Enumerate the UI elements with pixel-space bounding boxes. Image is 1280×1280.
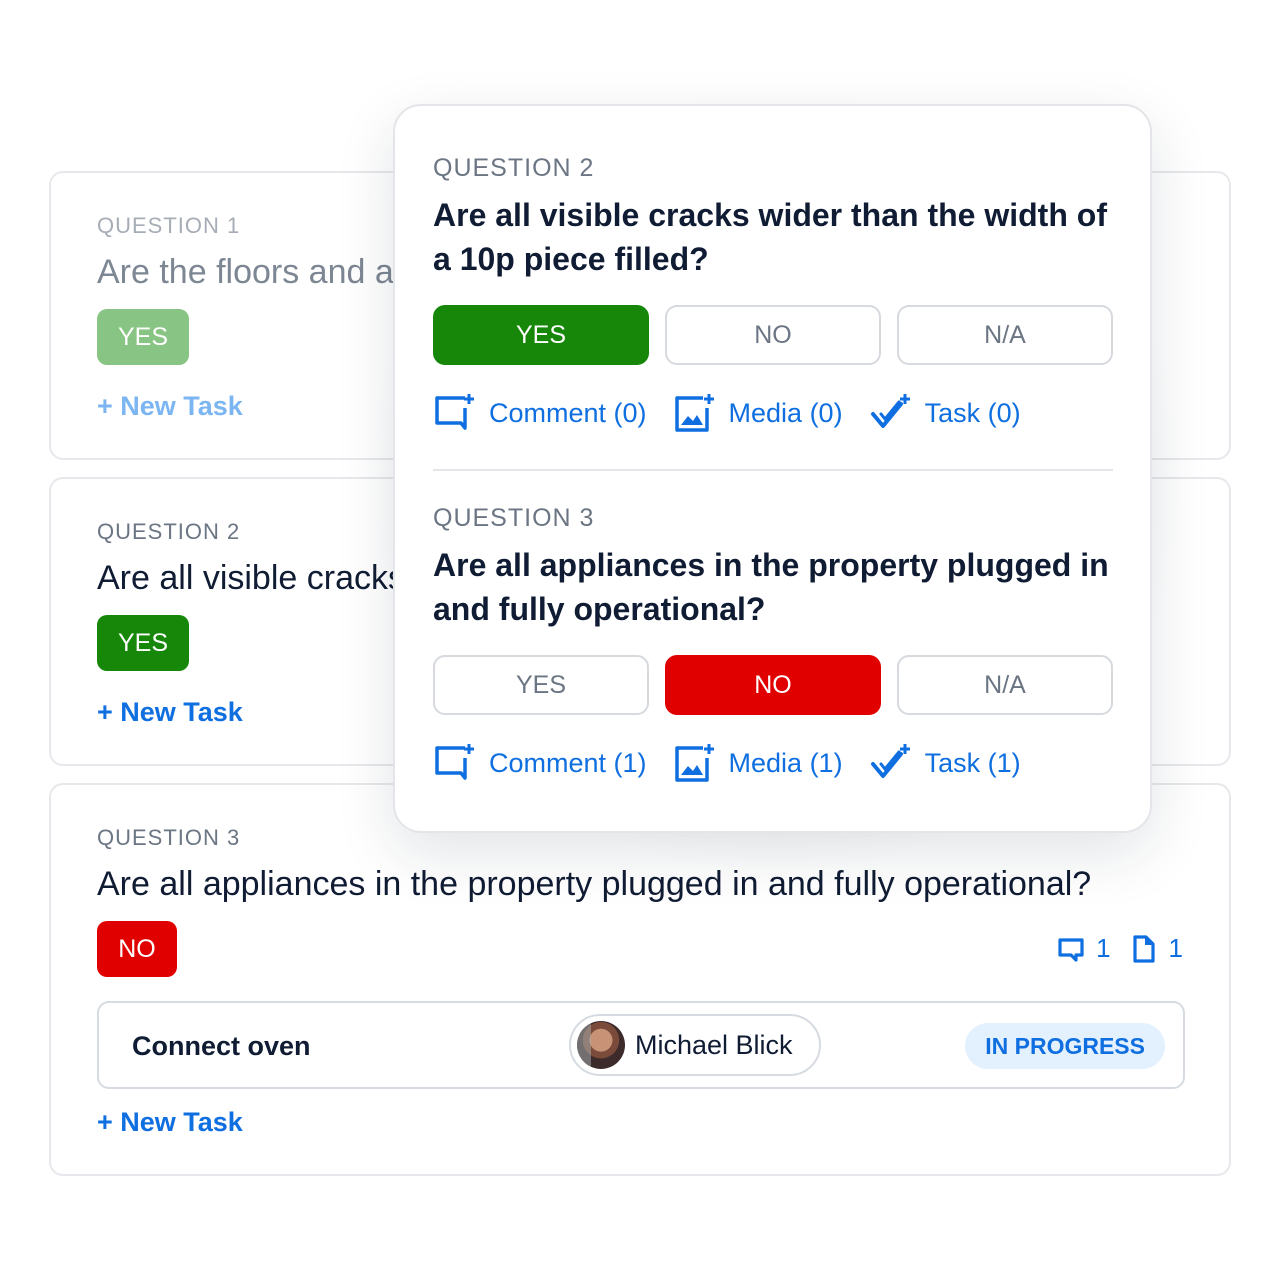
- popup-question-text: Are all appliances in the property plugg…: [433, 547, 1109, 627]
- comment-label: Comment (1): [489, 747, 647, 778]
- comment-count-value: 1: [1096, 933, 1111, 963]
- question-text: Are all appliances in the property plugg…: [97, 865, 1092, 903]
- question-actions: Comment (1) Media (1) Task (1): [433, 742, 1021, 784]
- assignee-chip[interactable]: Michael Blick: [569, 1014, 821, 1076]
- add-media-icon: [674, 394, 714, 432]
- question-label: QUESTION 3: [97, 825, 241, 850]
- add-task-icon: [870, 744, 910, 778]
- answer-na-button[interactable]: N/A: [897, 655, 1113, 715]
- add-media-button[interactable]: Media (0): [673, 392, 843, 434]
- add-comment-button[interactable]: Comment (1): [433, 742, 647, 784]
- new-task-link[interactable]: + New Task: [97, 1107, 243, 1138]
- add-task-button[interactable]: Task (0): [869, 392, 1021, 434]
- attachment-counts: 1 1: [1056, 933, 1183, 964]
- popup-question-2: QUESTION 2 Are all visible cracks wider …: [433, 154, 1123, 281]
- answer-badge-yes: YES: [97, 309, 189, 365]
- popup-question-label: QUESTION 2: [433, 154, 595, 182]
- add-task-icon: [870, 394, 910, 428]
- answer-badge-yes: YES: [97, 615, 189, 671]
- answer-yes-button[interactable]: YES: [433, 305, 649, 365]
- answer-yes-button[interactable]: YES: [433, 655, 649, 715]
- task-label: Task (0): [924, 397, 1021, 428]
- add-comment-button[interactable]: Comment (0): [433, 392, 647, 434]
- divider: [433, 469, 1113, 471]
- popup-question-label: QUESTION 3: [433, 504, 595, 532]
- answer-no-button[interactable]: NO: [665, 305, 881, 365]
- task-name: Connect oven: [132, 1031, 311, 1061]
- answer-no-button[interactable]: NO: [665, 655, 881, 715]
- comment-icon: [1058, 937, 1084, 962]
- question-actions: Comment (0) Media (0) Task (0): [433, 392, 1021, 434]
- question-label: QUESTION 2: [97, 519, 241, 544]
- media-label: Media (1): [728, 747, 843, 778]
- new-task-link[interactable]: + New Task: [97, 697, 243, 728]
- new-task-link[interactable]: + New Task: [97, 391, 243, 422]
- media-label: Media (0): [728, 397, 843, 428]
- task-row[interactable]: Connect oven Michael Blick IN PROGRESS: [97, 1001, 1185, 1089]
- question-popup: QUESTION 2 Are all visible cracks wider …: [393, 104, 1152, 833]
- comment-count[interactable]: 1: [1056, 933, 1111, 964]
- add-media-icon: [674, 744, 714, 782]
- answer-options: YES NO N/A: [433, 305, 1113, 365]
- comment-label: Comment (0): [489, 397, 647, 428]
- answer-badge-no: NO: [97, 921, 177, 977]
- answer-options: YES NO N/A: [433, 655, 1113, 715]
- add-comment-icon: [435, 744, 474, 780]
- popup-question-3: QUESTION 3 Are all appliances in the pro…: [433, 504, 1123, 631]
- add-media-button[interactable]: Media (1): [673, 742, 843, 784]
- file-count-value: 1: [1168, 933, 1183, 963]
- file-icon: [1132, 934, 1155, 963]
- question-label: QUESTION 1: [97, 213, 241, 238]
- avatar: [577, 1021, 625, 1069]
- question-card-3: QUESTION 3 Are all appliances in the pro…: [49, 783, 1231, 1176]
- status-badge: IN PROGRESS: [965, 1023, 1165, 1069]
- assignee-name: Michael Blick: [635, 1029, 793, 1060]
- answer-na-button[interactable]: N/A: [897, 305, 1113, 365]
- add-comment-icon: [435, 394, 474, 430]
- file-count[interactable]: 1: [1129, 933, 1183, 964]
- add-task-button[interactable]: Task (1): [869, 742, 1021, 784]
- task-label: Task (1): [924, 747, 1021, 778]
- popup-question-text: Are all visible cracks wider than the wi…: [433, 197, 1107, 277]
